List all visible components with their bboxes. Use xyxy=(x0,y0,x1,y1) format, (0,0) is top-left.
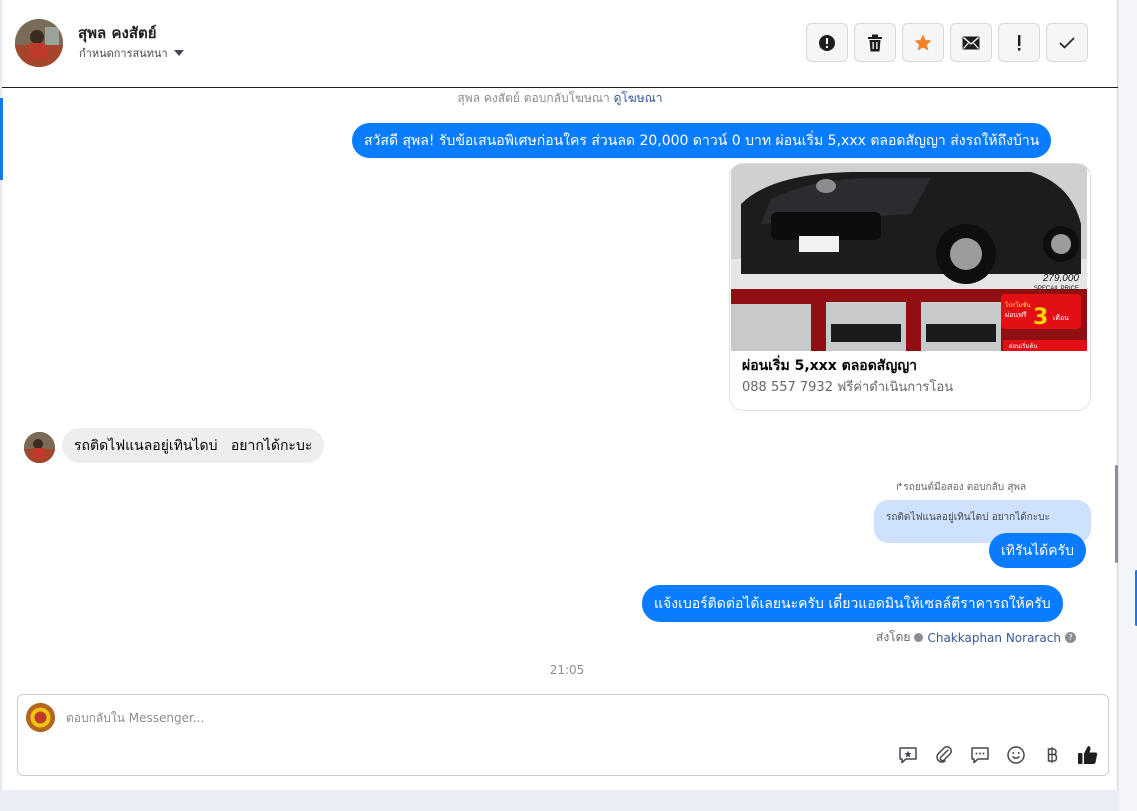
reply-meta: ↱รถยนต์มือสอง ตอบกลับ สุพล xyxy=(895,480,1026,495)
reply-meta-text: รถยนต์มือสอง ตอบกลับ สุพล xyxy=(903,482,1027,493)
chat-icon[interactable] xyxy=(968,743,992,767)
mark-spam-button[interactable] xyxy=(998,23,1040,62)
assign-conversation-dropdown[interactable]: กำหนดการสนทนา xyxy=(79,44,184,62)
page-avatar xyxy=(26,703,55,732)
baht-icon[interactable] xyxy=(1040,743,1064,767)
report-button[interactable] xyxy=(806,23,848,62)
outgoing-message: สวัสดี สุพล! รับข้อเสนอพิเศษก่อนใคร ส่วน… xyxy=(352,123,1052,158)
incoming-message: รถติดไฟแนลอยู่เทินไดบ่ อยากได้กะบะ xyxy=(62,428,325,463)
ad-card-image: 279,000 SPECAIL PRICE โปรโมชั่น ผ่อนฟรี … xyxy=(731,164,1087,351)
composer-tools xyxy=(896,743,1100,767)
ad-strip-text: ผ่อนเริ่มต้น xyxy=(1009,342,1037,350)
ad-card[interactable]: 279,000 SPECAIL PRICE โปรโมชั่น ผ่อนฟรี … xyxy=(729,163,1091,411)
sent-by-label: ส่งโดย xyxy=(876,630,911,644)
conversation-header: สุพล คงสัตย์ กำหนดการสนทนา xyxy=(2,0,1118,88)
contact-avatar[interactable] xyxy=(15,19,63,67)
ad-price-label: SPECAIL PRICE xyxy=(1034,286,1079,292)
outgoing-message: แจ้งเบอร์ติดต่อได้เลยนะครับ เดี๋ยวแอดมิน… xyxy=(642,585,1063,622)
verified-icon xyxy=(914,633,924,642)
ad-reply-notice: สุพล คงสัตย์ ตอบกลับโฆษณา ดูโฆษณา xyxy=(2,89,1118,108)
outgoing-message: เทิรันได้ครับ xyxy=(989,533,1087,568)
ad-card-subtitle: 088 557 7932 ฟรีค่าดำเนินการโอน xyxy=(742,380,954,395)
page-footer-band xyxy=(0,790,1119,811)
check-icon xyxy=(1059,36,1075,49)
message-text: แจ้งเบอร์ติดต่อได้เลยนะครับ เดี๋ยวแอดมิน… xyxy=(654,595,1051,612)
chevron-down-icon xyxy=(173,50,184,56)
contact-name: สุพล คงสัตย์ xyxy=(78,24,157,42)
message-text: สวัสดี สุพล! รับข้อเสนอพิเศษก่อนใคร ส่วน… xyxy=(364,132,1040,149)
envelope-icon xyxy=(962,36,980,49)
message-text: รถติดไฟแนลอยู่เทินไดบ่ อยากได้กะบะ xyxy=(74,437,313,454)
sent-by: ส่งโดย Chakkaphan Norarach ? xyxy=(876,628,1076,647)
ad-reply-text: สุพล คงสัตย์ ตอบกลับโฆษณา xyxy=(457,91,610,105)
contact-avatar-small xyxy=(24,432,55,463)
ad-price-text: 279,000 xyxy=(1042,273,1080,284)
ad-promo-text: โปรโมชั่น xyxy=(1005,301,1031,309)
attachment-icon[interactable] xyxy=(932,743,956,767)
timestamp: 21:05 xyxy=(549,663,585,677)
saved-reply-icon[interactable] xyxy=(896,743,920,767)
ad-promo-number: 3 xyxy=(1033,305,1048,330)
side-rail xyxy=(1119,0,1137,811)
star-icon xyxy=(914,34,932,50)
sender-name[interactable]: Chakkaphan Norarach xyxy=(927,631,1060,645)
scrollbar[interactable] xyxy=(1115,465,1118,563)
message-text: เทิรันได้ครับ xyxy=(1001,542,1075,559)
ad-promo-unit: เดือน xyxy=(1053,314,1069,322)
ad-card-title: ผ่อนเริ่ม 5,xxx ตลอดสัญญา xyxy=(742,358,918,374)
email-button[interactable] xyxy=(950,23,992,62)
report-icon xyxy=(819,34,835,51)
star-button[interactable] xyxy=(902,23,944,62)
thumbs-up-icon[interactable] xyxy=(1076,743,1100,767)
trash-icon xyxy=(868,34,882,51)
conversation-panel: สุพล คงสัตย์ กำหนดการสนทนา สุพล คงสัตย์ … xyxy=(2,0,1118,790)
exclamation-icon xyxy=(1018,34,1021,51)
mark-done-button[interactable] xyxy=(1046,23,1088,62)
help-icon[interactable]: ? xyxy=(1064,632,1076,643)
header-actions xyxy=(806,23,1088,62)
view-ad-link[interactable]: ดูโฆษณา xyxy=(614,91,663,105)
selection-indicator xyxy=(0,98,3,180)
reply-input[interactable] xyxy=(66,707,966,729)
composer xyxy=(17,694,1109,776)
ad-promo-free: ผ่อนฟรี xyxy=(1005,311,1027,319)
assign-label: กำหนดการสนทนา xyxy=(79,47,168,60)
delete-button[interactable] xyxy=(854,23,896,62)
emoji-icon[interactable] xyxy=(1004,743,1028,767)
